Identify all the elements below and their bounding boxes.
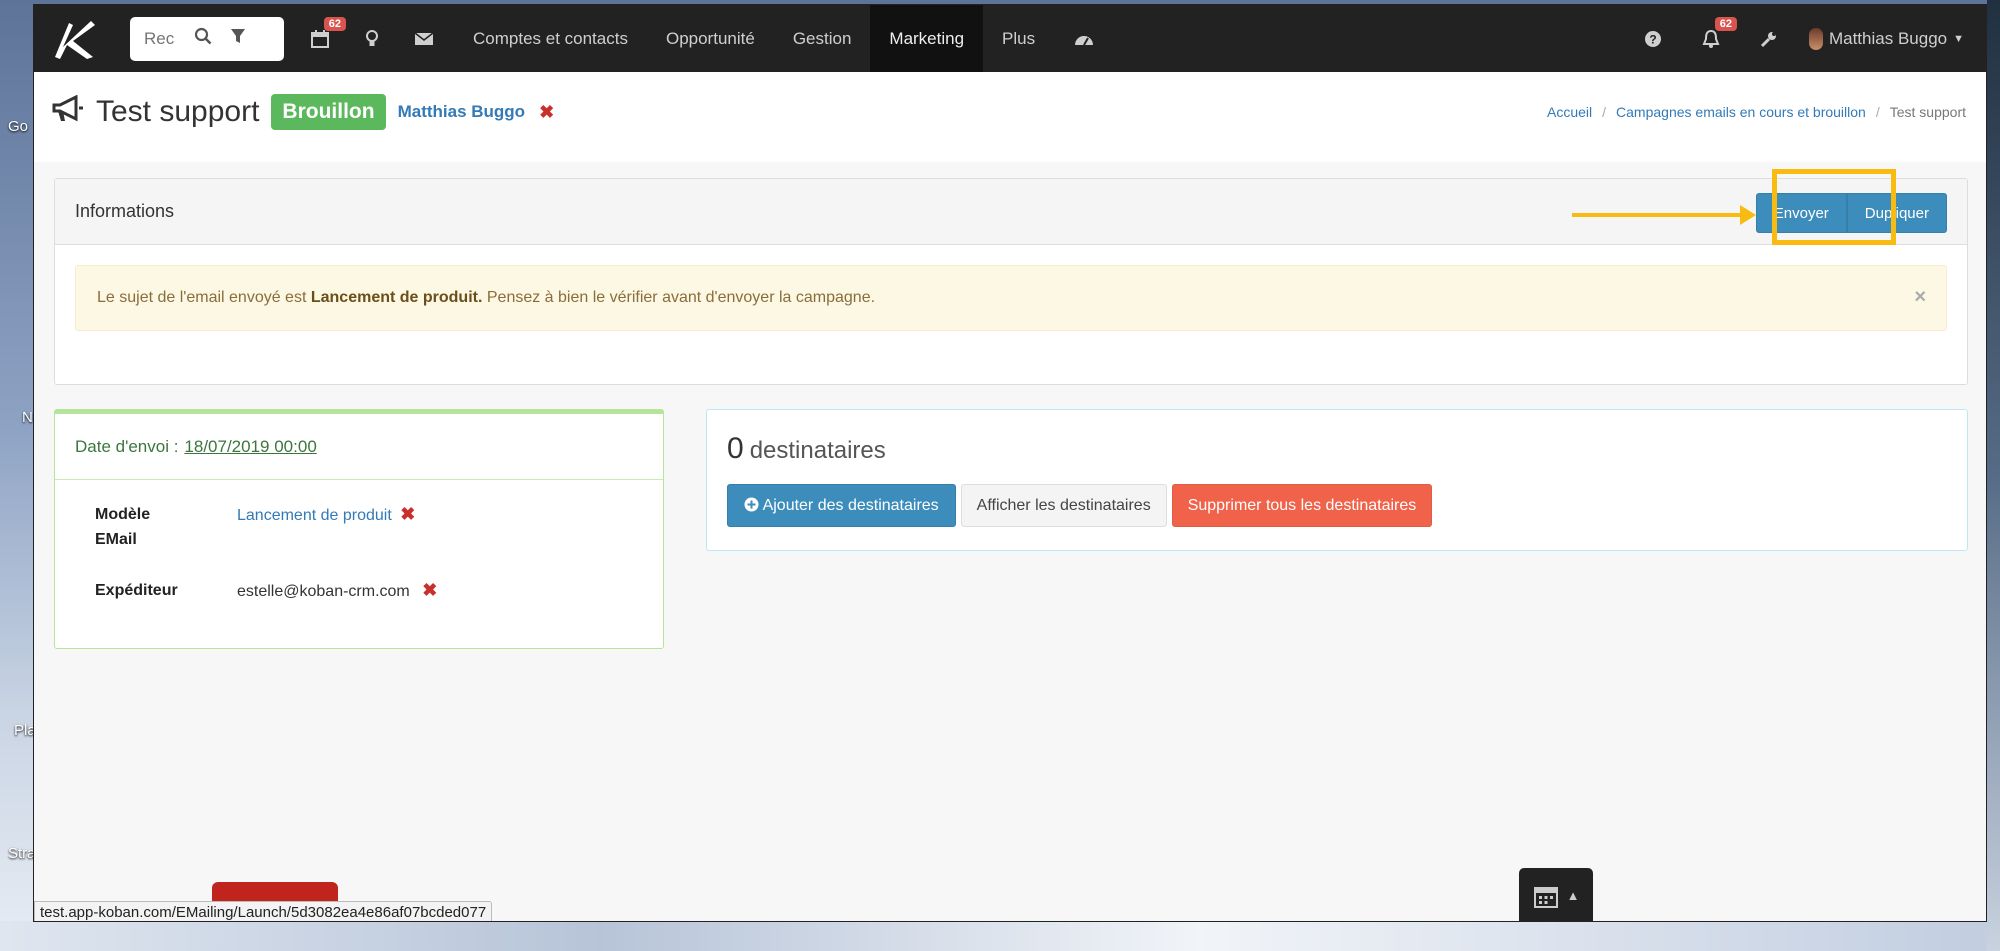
nav-comptes-contacts[interactable]: Comptes et contacts xyxy=(454,5,647,72)
informations-title: Informations xyxy=(75,201,175,221)
chevron-up-icon: ▲ xyxy=(1566,888,1580,903)
alert-prefix: Le sujet de l'email envoyé est xyxy=(97,289,311,306)
informations-panel: Informations Envoyer Dupliquer Le sujet … xyxy=(54,169,1968,385)
alert-suffix: Pensez à bien le vérifier avant d'envoye… xyxy=(482,289,876,306)
nav-marketing[interactable]: Marketing xyxy=(870,5,984,72)
calendar-widget[interactable]: ▲ xyxy=(1519,868,1593,921)
lightbulb-icon xyxy=(366,29,378,46)
template-value: Lancement de produit ✖ xyxy=(237,502,415,552)
title-row: Test support Brouillon Matthias Buggo ✖ xyxy=(52,94,554,130)
recipients-count-label: destinataires xyxy=(749,437,886,464)
breadcrumb-separator: / xyxy=(1875,104,1880,120)
sender-email: estelle@koban-crm.com xyxy=(237,583,410,600)
show-recipients-button[interactable]: Afficher les destinataires xyxy=(960,484,1167,527)
mail-nav-button[interactable] xyxy=(402,5,446,72)
dashboard-icon xyxy=(1075,35,1094,45)
informations-heading: Informations Envoyer Dupliquer xyxy=(55,169,1967,245)
recipients-count-value: 0 xyxy=(727,432,744,465)
calendar-icon xyxy=(311,29,329,48)
status-bar-url: test.app-koban.com/EMailing/Launch/5d308… xyxy=(34,901,493,921)
send-date-heading: Date d'envoi : 18/07/2019 00:00 xyxy=(55,414,663,480)
calendar-badge: 62 xyxy=(323,17,346,31)
page-header: Test support Brouillon Matthias Buggo ✖ … xyxy=(34,72,1986,162)
avatar xyxy=(1808,27,1823,50)
lightbulb-nav-button[interactable] xyxy=(350,5,394,72)
remove-owner-icon[interactable]: ✖ xyxy=(539,102,554,123)
add-recipients-button[interactable]: Ajouter des destinataires xyxy=(727,484,956,527)
calendar-nav-button[interactable]: 62 xyxy=(298,5,346,72)
status-badge: Brouillon xyxy=(271,94,386,130)
notifications-badge: 62 xyxy=(1714,17,1737,31)
template-key-line2: EMail xyxy=(95,531,137,548)
subject-warning-alert: Le sujet de l'email envoyé est Lancement… xyxy=(75,265,1947,331)
user-menu[interactable]: Matthias Buggo ▼ xyxy=(1791,27,1986,50)
envelope-icon xyxy=(414,31,434,45)
duplicate-button[interactable]: Dupliquer xyxy=(1846,193,1947,233)
remove-sender-icon[interactable]: ✖ xyxy=(422,580,437,600)
top-navbar: 62 Comptes et contacts Opportunité Gesti… xyxy=(34,5,1986,72)
help-icon: ? xyxy=(1644,30,1661,47)
breadcrumb-separator: / xyxy=(1602,104,1607,120)
caret-down-icon: ▼ xyxy=(1953,32,1964,45)
megaphone-icon xyxy=(52,94,90,130)
send-button[interactable]: Envoyer xyxy=(1755,193,1847,233)
settings-nav-button[interactable] xyxy=(1747,5,1791,72)
browser-window: 62 Comptes et contacts Opportunité Gesti… xyxy=(33,4,1987,922)
desktop-label-2: N xyxy=(22,409,33,426)
alert-subject: Lancement de produit. xyxy=(310,289,483,306)
breadcrumb-home[interactable]: Accueil xyxy=(1547,104,1592,120)
owner-link[interactable]: Matthias Buggo xyxy=(398,102,526,122)
template-row: Modèle EMail Lancement de produit ✖ xyxy=(55,502,663,552)
svg-text:?: ? xyxy=(1649,32,1656,46)
delete-all-recipients-button[interactable]: Supprimer tous les destinataires xyxy=(1171,484,1433,527)
user-name: Matthias Buggo xyxy=(1828,28,1948,48)
template-link[interactable]: Lancement de produit xyxy=(237,507,392,524)
sender-value: estelle@koban-crm.com ✖ xyxy=(237,578,437,604)
desktop-label-1: Go xyxy=(8,118,29,135)
nav-opportunite[interactable]: Opportunité xyxy=(647,5,774,72)
sender-row: Expéditeur estelle@koban-crm.com ✖ xyxy=(55,578,663,604)
close-icon[interactable]: × xyxy=(1914,286,1926,309)
desktop-label-4: Stra xyxy=(8,845,36,862)
breadcrumb-campaigns[interactable]: Campagnes emails en cours et brouillon xyxy=(1616,104,1866,120)
recipients-actions: Ajouter des destinataires Afficher les d… xyxy=(727,484,1433,527)
filter-icon[interactable] xyxy=(230,28,246,49)
breadcrumb-current: Test support xyxy=(1889,104,1966,120)
sender-key: Expéditeur xyxy=(95,582,178,599)
nav-gestion[interactable]: Gestion xyxy=(774,5,871,72)
dashboard-nav-button[interactable] xyxy=(1062,5,1106,72)
breadcrumb: Accueil / Campagnes emails en cours et b… xyxy=(1547,104,1966,120)
koban-logo[interactable] xyxy=(46,9,106,69)
send-details-panel: Date d'envoi : 18/07/2019 00:00 Modèle E… xyxy=(54,409,664,649)
desktop-edge xyxy=(1987,0,2000,951)
action-button-group: Envoyer Dupliquer xyxy=(1755,193,1947,233)
search-input[interactable] xyxy=(144,28,176,49)
remove-template-icon[interactable]: ✖ xyxy=(400,504,415,524)
nav-right: ? 62 Matthias Buggo ▼ xyxy=(1623,5,1986,72)
calendar-icon xyxy=(1533,886,1558,908)
search-box xyxy=(130,16,284,61)
wrench-icon xyxy=(1760,31,1776,47)
template-key: Modèle EMail xyxy=(95,502,237,552)
help-nav-button[interactable]: ? xyxy=(1631,5,1675,72)
send-date-label: Date d'envoi : xyxy=(75,436,179,456)
recipients-count: 0 destinataires xyxy=(727,432,886,466)
nav-plus[interactable]: Plus xyxy=(983,5,1054,72)
send-date-link[interactable]: 18/07/2019 00:00 xyxy=(184,437,316,457)
annotation-arrow xyxy=(1572,205,1756,225)
add-recipients-label: Ajouter des destinataires xyxy=(762,496,939,514)
recipients-panel: 0 destinataires Ajouter des destinataires… xyxy=(706,409,1968,551)
bell-icon xyxy=(1702,29,1720,48)
plus-circle-icon xyxy=(744,497,763,514)
notifications-nav-button[interactable]: 62 xyxy=(1689,5,1737,72)
page-title: Test support xyxy=(96,95,260,128)
search-icon[interactable] xyxy=(194,27,212,50)
desktop-wallpaper xyxy=(0,921,2000,951)
template-key-line1: Modèle xyxy=(95,506,151,523)
